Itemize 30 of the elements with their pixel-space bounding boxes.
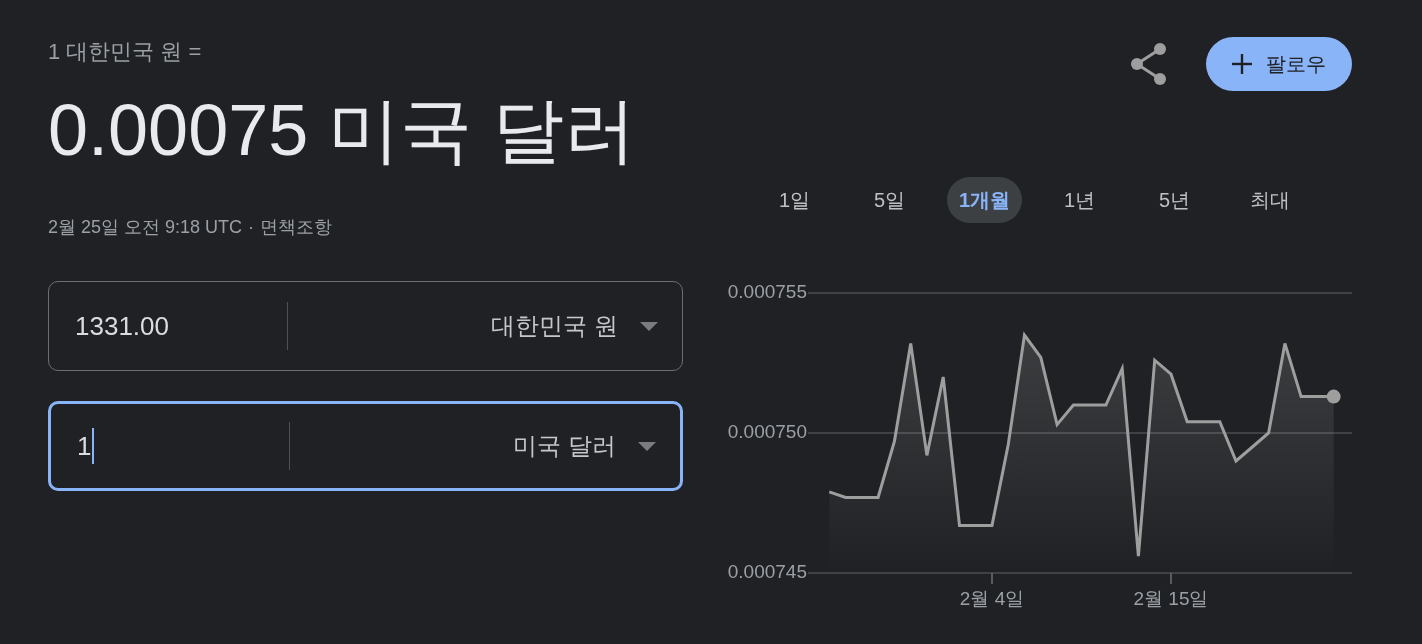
amount-field[interactable]: 1 [51,404,289,488]
range-tab[interactable]: 최대 [1237,177,1302,223]
x-axis-tick [1170,572,1172,585]
range-tab[interactable]: 1개월 [946,177,1023,223]
x-axis-label: 2월 4일 [959,588,1025,609]
dropdown-caret-icon [640,321,658,331]
disclaimer-link[interactable]: 면책조항 [260,215,333,239]
share-button[interactable] [1129,42,1169,86]
currency-select[interactable]: 대한민국 원 [288,282,682,370]
y-axis-label: 0.000745 [727,561,807,582]
text-cursor-icon [92,428,95,464]
range-tab[interactable]: 5일 [861,177,918,223]
range-tab[interactable]: 1일 [766,177,823,223]
dropdown-caret-icon [638,441,656,451]
end-point-marker [1326,389,1341,404]
x-axis-tick [991,572,993,585]
timestamp-text: 2월 25일 오전 9:18 UTC [48,216,243,239]
converted-amount-heading: 0.00075 미국 달러 [48,90,637,170]
y-axis-label: 0.000755 [727,281,807,302]
currency-select[interactable]: 미국 달러 [290,404,680,488]
amount-field[interactable]: 1331.00 [49,282,287,370]
y-axis-label: 0.000750 [727,421,807,442]
range-tab[interactable]: 1년 [1051,177,1108,223]
x-axis-label: 2월 15일 [1133,588,1209,609]
range-tab[interactable]: 5년 [1146,177,1203,223]
follow-button[interactable]: 팔로우 [1206,37,1352,91]
base-amount-text: 1 대한민국 원 = [48,38,202,66]
share-icon [1129,42,1169,86]
separator-dot: · [248,216,255,239]
plus-icon [1232,54,1252,74]
